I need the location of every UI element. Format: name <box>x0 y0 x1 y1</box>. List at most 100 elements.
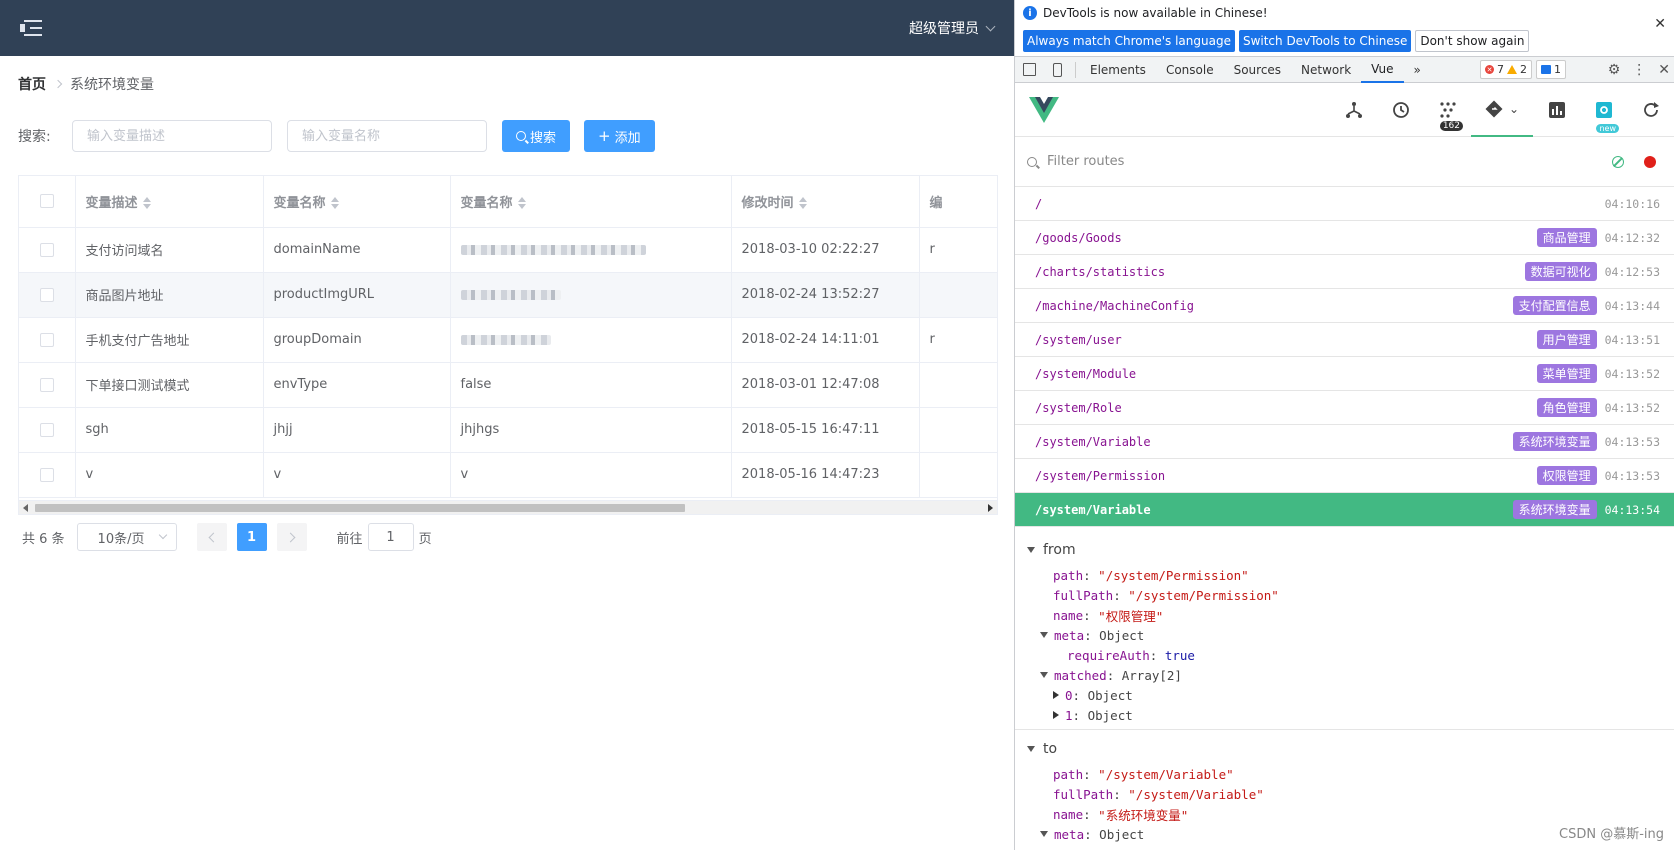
column-header-desc[interactable]: 变量描述 <box>75 176 264 228</box>
cell-name: envType <box>263 362 451 408</box>
table-row[interactable]: 支付访问域名 domainName 2018-03-10 02:22:27 r <box>19 227 997 273</box>
search-button-label: 搜索 <box>530 130 557 146</box>
search-bar: 搜索: 搜索 + 添加 <box>0 118 1014 154</box>
from-matched-1[interactable]: 1: Object <box>1015 705 1674 725</box>
route-history-item[interactable]: /system/user 用户管理 04:13:51 <box>1015 323 1674 357</box>
clear-history-icon[interactable] <box>1612 156 1624 168</box>
route-path: /system/Module <box>1035 366 1137 381</box>
row-checkbox[interactable] <box>39 332 54 347</box>
page-suffix: 页 <box>418 531 432 547</box>
table-row[interactable]: v v v 2018-05-16 14:47:23 <box>19 452 997 498</box>
close-icon[interactable]: ✕ <box>1654 16 1666 32</box>
route-path: /system/Variable <box>1035 434 1151 449</box>
hamburger-icon[interactable] <box>20 18 42 38</box>
triangle-right-icon <box>1053 711 1059 719</box>
messages-badge[interactable]: 1 <box>1536 60 1566 79</box>
name-search-input[interactable] <box>287 120 487 152</box>
search-button[interactable]: 搜索 <box>502 120 571 152</box>
filter-routes-input[interactable] <box>1047 154 1347 169</box>
prev-page-button[interactable] <box>196 523 227 551</box>
from-matched[interactable]: matched: Array[2] <box>1015 665 1674 685</box>
match-language-button[interactable]: Always match Chrome's language <box>1023 30 1235 52</box>
page-number-current[interactable]: 1 <box>236 523 267 551</box>
horizontal-scrollbar[interactable] <box>19 500 997 514</box>
switch-language-button[interactable]: Switch DevTools to Chinese <box>1238 30 1412 52</box>
from-matched-0[interactable]: 0: Object <box>1015 685 1674 705</box>
tab-elements[interactable]: Elements <box>1080 57 1156 83</box>
select-all-checkbox[interactable] <box>39 194 54 209</box>
record-icon[interactable] <box>1644 156 1656 168</box>
variables-table: 变量描述 变量名称 变量名称 修改时间 编 支付访问域名 domainName 20… <box>18 175 998 515</box>
scroll-right-icon[interactable] <box>988 504 993 512</box>
row-checkbox[interactable] <box>39 242 54 257</box>
cell-name: groupDomain <box>263 317 451 363</box>
inspect-element-icon[interactable] <box>1015 57 1043 83</box>
more-tabs-icon[interactable]: » <box>1404 57 1431 83</box>
cell-more: r <box>919 317 997 363</box>
router-icon[interactable]: ⌄ <box>1471 83 1533 137</box>
from-section-toggle[interactable]: from <box>1015 535 1674 565</box>
breadcrumb-home[interactable]: 首页 <box>18 74 46 94</box>
column-header-time[interactable]: 修改时间 <box>731 176 920 228</box>
route-history-item[interactable]: /goods/Goods 商品管理 04:12:32 <box>1015 221 1674 255</box>
tab-vue[interactable]: Vue <box>1361 57 1404 83</box>
route-time: 04:13:44 <box>1604 298 1660 313</box>
desc-search-input[interactable] <box>72 120 272 152</box>
gear-icon[interactable]: ⚙ <box>1608 62 1621 78</box>
tab-network[interactable]: Network <box>1291 57 1361 83</box>
breadcrumb: 首页 系统环境变量 <box>0 56 1014 112</box>
cell-name: productImgURL <box>263 272 451 318</box>
route-history-item[interactable]: /system/Variable 系统环境变量 04:13:54 <box>1015 493 1674 527</box>
redacted-value <box>460 289 561 300</box>
row-checkbox[interactable] <box>39 467 54 482</box>
sort-icon[interactable] <box>798 197 807 210</box>
device-toolbar-icon[interactable] <box>1043 57 1071 83</box>
total-count: 共 6 条 <box>22 531 65 547</box>
user-dropdown[interactable]: 超级管理员 <box>909 18 996 38</box>
table-row[interactable]: sgh jhjj jhjhgs 2018-05-15 16:47:11 <box>19 407 997 453</box>
page-size-select[interactable]: 10条/页 <box>76 523 177 551</box>
history-icon[interactable] <box>1377 83 1424 137</box>
close-devtools-icon[interactable]: ✕ <box>1658 62 1670 78</box>
scrollbar-thumb[interactable] <box>35 504 685 512</box>
row-checkbox[interactable] <box>39 377 54 392</box>
to-section-toggle[interactable]: to <box>1015 734 1674 764</box>
from-meta[interactable]: meta: Object <box>1015 625 1674 645</box>
sort-icon[interactable] <box>142 197 151 210</box>
route-history-item[interactable]: /system/Permission 权限管理 04:13:53 <box>1015 459 1674 493</box>
add-button[interactable]: + 添加 <box>584 120 655 152</box>
route-history-item[interactable]: /system/Module 菜单管理 04:13:52 <box>1015 357 1674 391</box>
from-require-auth: requireAuth: true <box>1067 647 1195 663</box>
settings-icon[interactable]: new <box>1580 83 1627 137</box>
table-row[interactable]: 手机支付广告地址 groupDomain 2018-02-24 14:11:01 r <box>19 317 997 363</box>
issues-badge[interactable]: ✕ 7 2 <box>1480 60 1532 79</box>
refresh-icon[interactable] <box>1627 83 1674 137</box>
matched-0-value: Object <box>1087 687 1133 703</box>
performance-chart-icon[interactable] <box>1533 83 1580 137</box>
next-page-button[interactable] <box>276 523 307 551</box>
table-row[interactable]: 商品图片地址 productImgURL 2018-02-24 13:52:27 <box>19 272 997 318</box>
row-checkbox[interactable] <box>39 422 54 437</box>
tab-console[interactable]: Console <box>1156 57 1224 83</box>
sort-icon[interactable] <box>330 197 339 210</box>
scroll-left-icon[interactable] <box>23 504 28 512</box>
vuex-icon[interactable]: 162 <box>1424 83 1471 137</box>
column-header-value[interactable]: 变量名称 <box>450 176 732 228</box>
route-history-item[interactable]: /machine/MachineConfig 支付配置信息 04:13:44 <box>1015 289 1674 323</box>
message-icon <box>1541 65 1551 74</box>
kebab-menu-icon[interactable]: ⋮ <box>1632 62 1646 78</box>
route-history-item[interactable]: / 04:10:16 <box>1015 187 1674 221</box>
goto-page-input[interactable] <box>367 523 414 551</box>
table-row[interactable]: 下单接口测试模式 envType false 2018-03-01 12:47:08 <box>19 362 997 408</box>
route-history-item[interactable]: /system/Variable 系统环境变量 04:13:53 <box>1015 425 1674 459</box>
column-header-name[interactable]: 变量名称 <box>263 176 451 228</box>
dont-show-again-button[interactable]: Don't show again <box>1415 30 1530 52</box>
route-path: /goods/Goods <box>1035 230 1122 245</box>
route-history-item[interactable]: /charts/statistics 数据可视化 04:12:53 <box>1015 255 1674 289</box>
sort-icon[interactable] <box>517 197 526 210</box>
route-path: /machine/MachineConfig <box>1035 298 1194 313</box>
tab-sources[interactable]: Sources <box>1224 57 1291 83</box>
route-history-item[interactable]: /system/Role 角色管理 04:13:52 <box>1015 391 1674 425</box>
components-tree-icon[interactable] <box>1330 83 1377 137</box>
row-checkbox[interactable] <box>39 287 54 302</box>
